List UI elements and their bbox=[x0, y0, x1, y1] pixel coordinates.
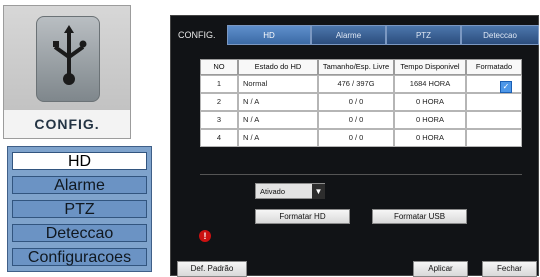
table-row-1-estado: Normal bbox=[238, 75, 318, 93]
side-menu: HD Alarme PTZ Deteccao Configuracoes bbox=[7, 146, 152, 272]
header-tempo: Tempo Disponivel bbox=[394, 59, 466, 75]
divider bbox=[200, 174, 522, 175]
menu-item-deteccao[interactable]: Deteccao bbox=[12, 224, 147, 242]
usb-drive-icon bbox=[53, 25, 87, 85]
tab-hd[interactable]: HD bbox=[227, 25, 311, 45]
table-row-3-tamanho: 0 / 0 bbox=[318, 111, 394, 129]
menu-item-configuracoes[interactable]: Configuracoes bbox=[12, 248, 147, 266]
table-row-2-no: 2 bbox=[200, 93, 238, 111]
format-hd-button[interactable]: Formatar HD bbox=[255, 209, 350, 224]
table-row-2-estado: N / A bbox=[238, 93, 318, 111]
table-row-4-tempo: 0 HORA bbox=[394, 129, 466, 147]
table-row-4-tamanho: 0 / 0 bbox=[318, 129, 394, 147]
header-formatado: Formatado bbox=[466, 59, 522, 75]
menu-item-hd[interactable]: HD bbox=[12, 152, 147, 170]
table-row-3-formatado bbox=[466, 111, 522, 129]
formatted-checkbox[interactable]: ✓ bbox=[500, 81, 512, 93]
tab-deteccao[interactable]: Deteccao bbox=[461, 25, 539, 45]
mode-select[interactable]: Ativado ▼ bbox=[255, 183, 325, 199]
table-row-2-formatado bbox=[466, 93, 522, 111]
table-row-1-tempo: 1684 HORA bbox=[394, 75, 466, 93]
tab-alarme[interactable]: Alarme bbox=[311, 25, 386, 45]
warning-icon: ! bbox=[199, 230, 211, 242]
menu-item-alarme[interactable]: Alarme bbox=[12, 176, 147, 194]
hd-table: NO Estado do HD Tamanho/Esp. Livre Tempo… bbox=[200, 59, 522, 174]
format-usb-button[interactable]: Formatar USB bbox=[372, 209, 467, 224]
mode-select-value: Ativado bbox=[260, 187, 286, 196]
table-row-4-estado: N / A bbox=[238, 129, 318, 147]
header-no: NO bbox=[200, 59, 238, 75]
table-row-4-no: 4 bbox=[200, 129, 238, 147]
default-button[interactable]: Def. Padrão bbox=[177, 261, 247, 277]
header-tamanho: Tamanho/Esp. Livre bbox=[318, 59, 394, 75]
table-row-1-tamanho: 476 / 397G bbox=[318, 75, 394, 93]
config-label: CONFIG. bbox=[4, 110, 130, 138]
table-row-2-tempo: 0 HORA bbox=[394, 93, 466, 111]
drive-body bbox=[36, 16, 100, 102]
header-estado: Estado do HD bbox=[238, 59, 318, 75]
table-row-3-no: 3 bbox=[200, 111, 238, 129]
tab-ptz[interactable]: PTZ bbox=[386, 25, 461, 45]
hd-config-dialog: CONFIG. HD Alarme PTZ Deteccao NO Estado… bbox=[170, 15, 539, 277]
config-icon-tile[interactable]: CONFIG. bbox=[3, 5, 131, 139]
table-row-3-tempo: 0 HORA bbox=[394, 111, 466, 129]
table-row-4-formatado bbox=[466, 129, 522, 147]
close-button[interactable]: Fechar bbox=[482, 261, 537, 277]
menu-item-ptz[interactable]: PTZ bbox=[12, 200, 147, 218]
table-row-3-estado: N / A bbox=[238, 111, 318, 129]
table-row-2-tamanho: 0 / 0 bbox=[318, 93, 394, 111]
table-row-1-formatado bbox=[466, 75, 522, 93]
apply-button[interactable]: Aplicar bbox=[413, 261, 468, 277]
dialog-title: CONFIG. bbox=[178, 30, 216, 40]
chevron-down-icon[interactable]: ▼ bbox=[312, 184, 325, 199]
table-row-1-no: 1 bbox=[200, 75, 238, 93]
